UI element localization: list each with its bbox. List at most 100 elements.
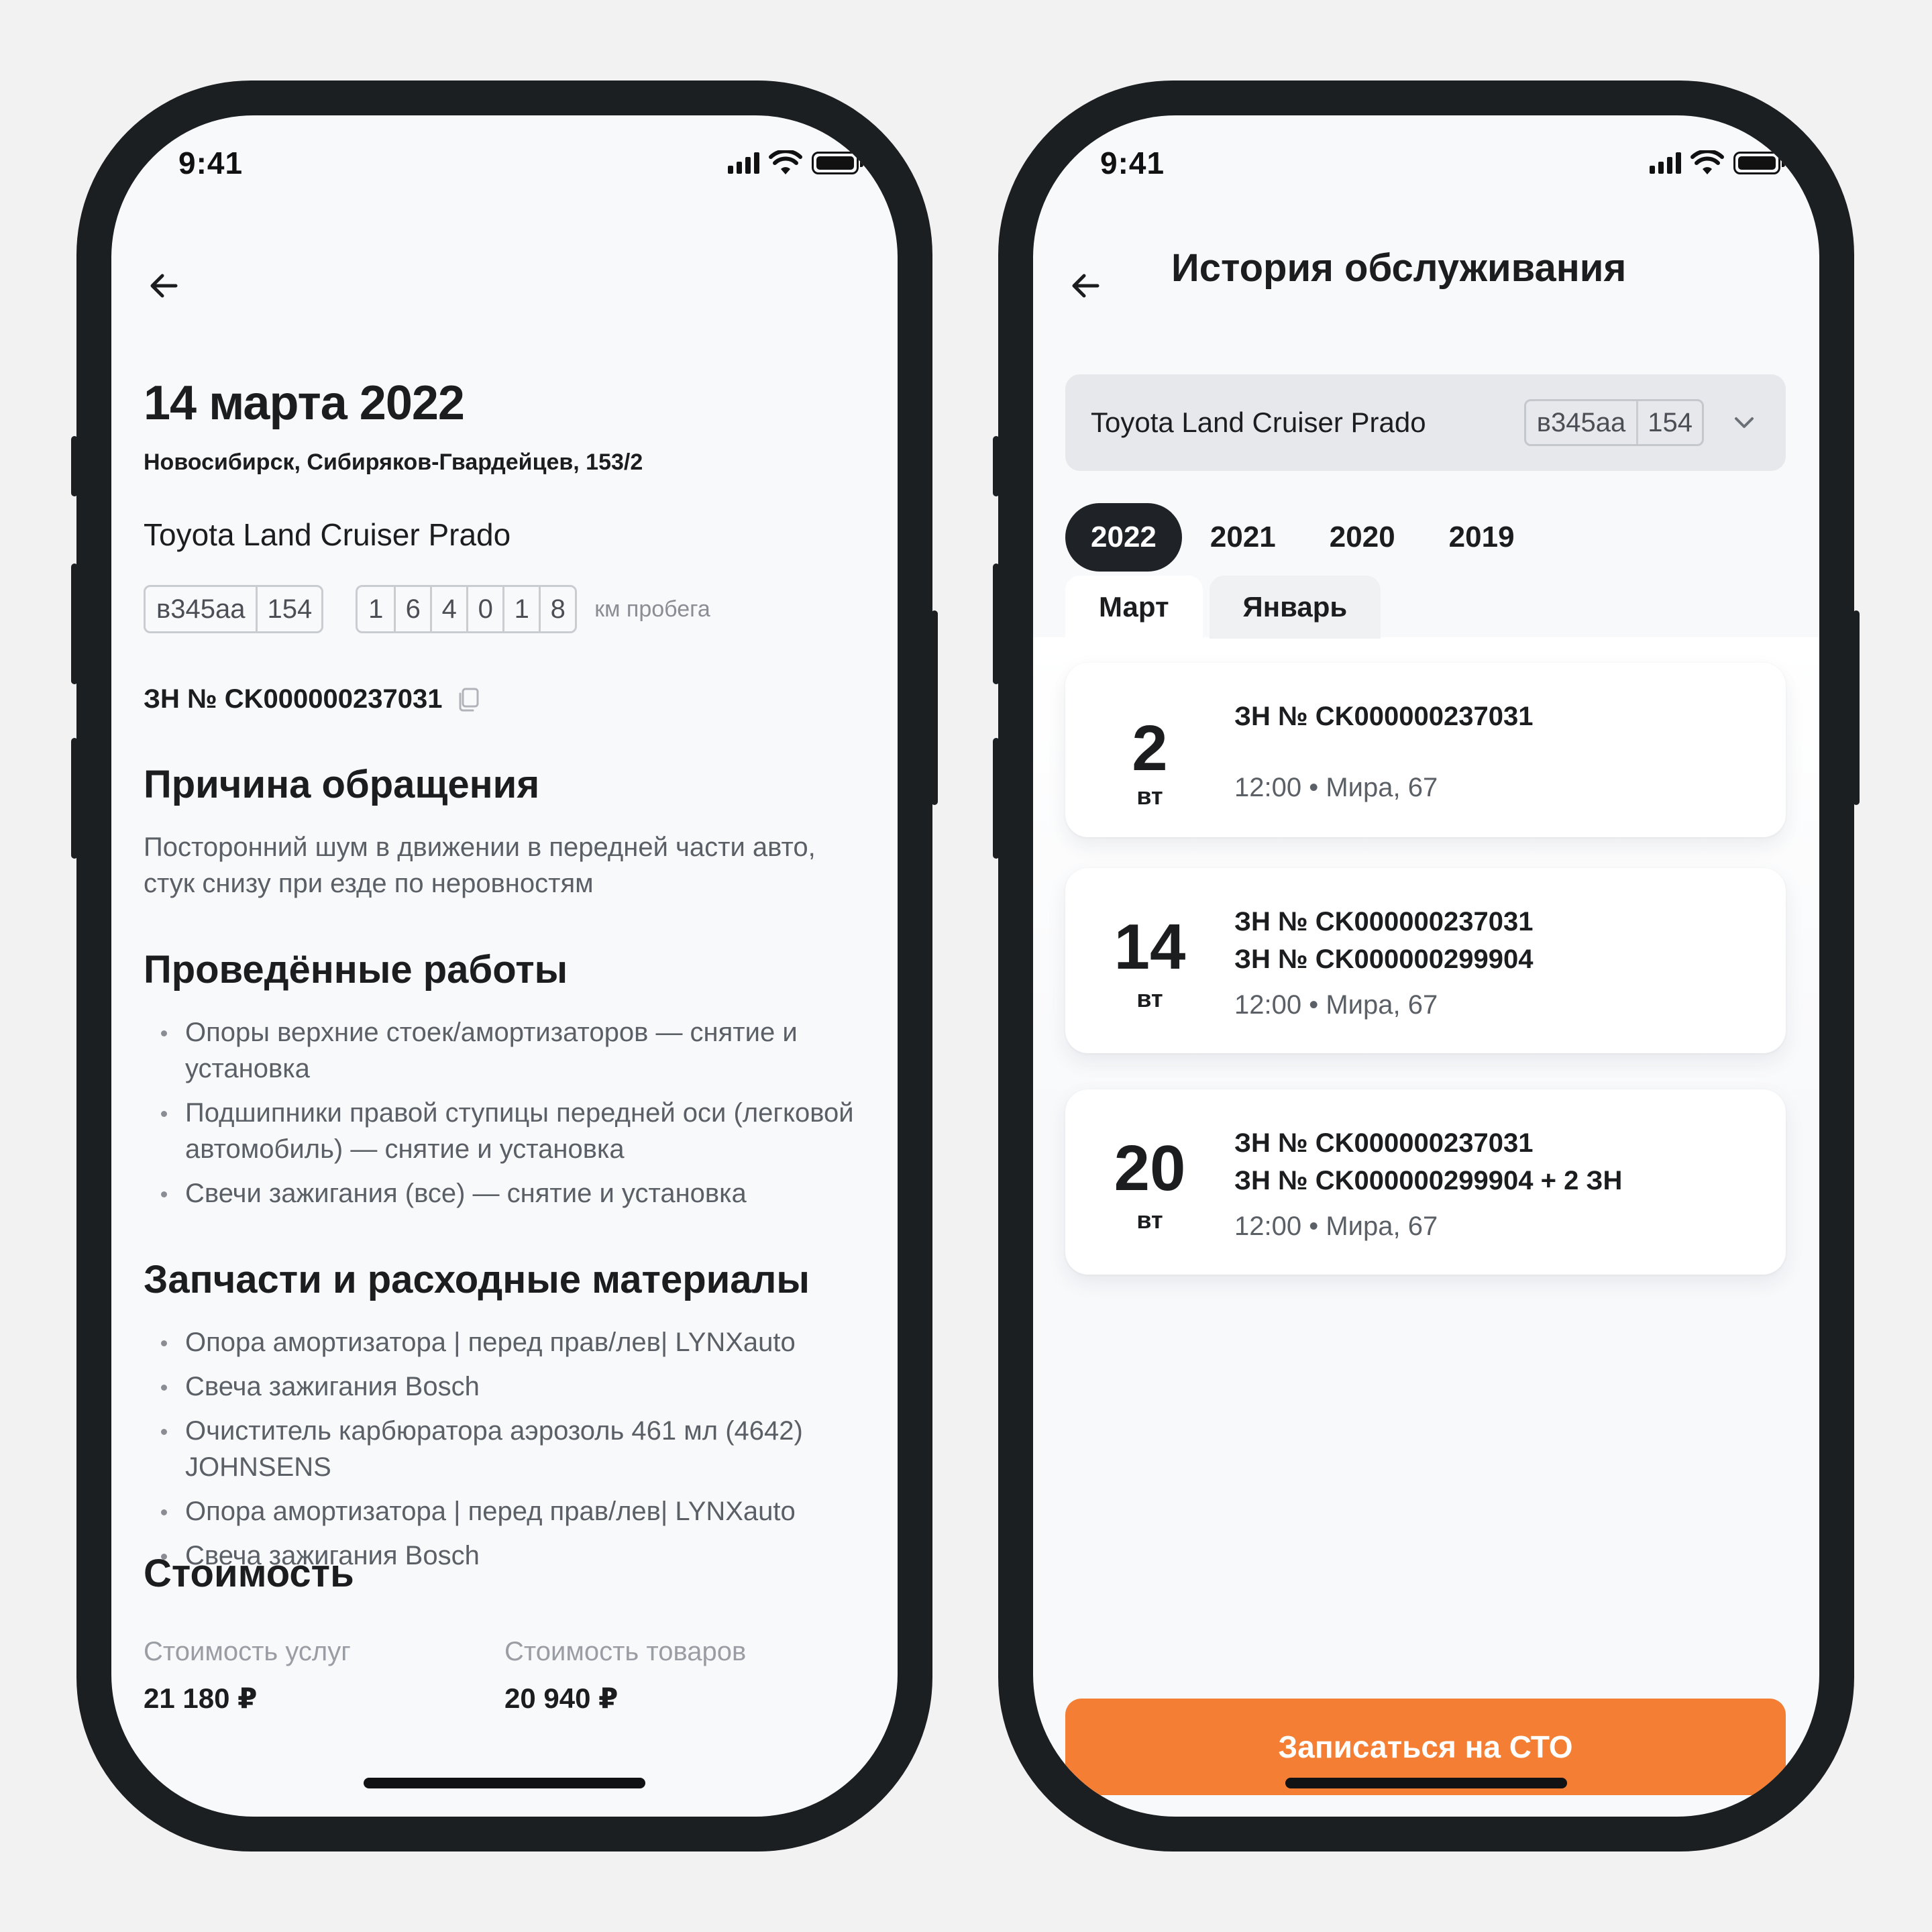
phone-frame-right: 9:41 История обслуживания Toyota Land Cr…	[993, 80, 1860, 1851]
year-tab-2022[interactable]: 2022	[1065, 503, 1182, 572]
goods-cost: Стоимость товаров 20 940 ₽	[504, 1637, 865, 1715]
visit-weekday: вт	[1136, 782, 1163, 810]
goods-cost-value: 20 940 ₽	[504, 1682, 619, 1714]
odometer-digit: 6	[394, 587, 430, 631]
services-cost: Стоимость услуг 21 180 ₽	[144, 1637, 504, 1715]
list-item: Очиститель карбюратора аэрозоль 461 мл (…	[144, 1413, 865, 1485]
back-arrow-icon[interactable]	[145, 267, 182, 305]
visit-time-place: 12:00 • Мира, 67	[1234, 1212, 1438, 1241]
visit-orders: ЗН № CK000000237031 ЗН № CK000000299904	[1234, 903, 1534, 978]
list-item: Опоры верхние стоек/амортизаторов — снят…	[144, 1014, 865, 1087]
services-cost-value: 21 180 ₽	[144, 1682, 258, 1714]
parts-title: Запчасти и расходные материалы	[144, 1258, 810, 1301]
back-arrow-icon[interactable]	[1067, 267, 1104, 305]
order-number-row: ЗН № CK000000237031	[144, 684, 865, 714]
battery-icon	[1733, 152, 1785, 174]
odometer-digit: 4	[430, 587, 466, 631]
home-indicator[interactable]	[364, 1778, 645, 1788]
order-number: ЗН № CK000000237031	[1234, 907, 1534, 936]
order-number: ЗН № CK000000237031	[1234, 702, 1534, 731]
cellular-signal-icon	[728, 152, 759, 174]
odometer-digit: 0	[466, 587, 502, 631]
works-list: Опоры верхние стоек/амортизаторов — снят…	[144, 1014, 865, 1220]
order-number: ЗН № CK000000237031	[1234, 1128, 1534, 1158]
status-icons	[728, 150, 863, 176]
parts-list: Опора амортизатора | перед прав/лев| LYN…	[144, 1324, 865, 1582]
odometer-digit: 8	[539, 587, 575, 631]
list-item: Свечи зажигания (все) — снятие и установ…	[144, 1175, 865, 1212]
plate-region: 154	[1636, 401, 1702, 444]
visit-weekday: вт	[1136, 1206, 1163, 1234]
odometer-label: км пробега	[594, 596, 710, 622]
order-number: ЗН № CK000000237031	[144, 684, 443, 714]
power-button	[931, 610, 938, 805]
reason-text: Посторонний шум в движении в передней ча…	[144, 833, 816, 898]
service-history-screen: 9:41 История обслуживания Toyota Land Cr…	[1033, 115, 1819, 1817]
mute-switch	[993, 436, 1000, 496]
wifi-icon	[769, 150, 802, 174]
page-title: История обслуживания	[1171, 246, 1627, 290]
odometer-digit: 1	[368, 594, 384, 624]
services-cost-label: Стоимость услуг	[144, 1637, 351, 1666]
list-item: Подшипники правой ступицы передней оси (…	[144, 1095, 865, 1167]
mute-switch	[71, 436, 78, 496]
license-plate: в345аа 154	[1523, 399, 1704, 446]
chevron-down-icon[interactable]	[1728, 407, 1760, 439]
visit-time-place: 12:00 • Мира, 67	[1234, 773, 1438, 802]
visit-weekday: вт	[1136, 985, 1163, 1012]
order-number: ЗН № CK000000299904 + 2 ЗН	[1234, 1166, 1623, 1195]
year-tab-2019[interactable]: 2019	[1424, 503, 1540, 572]
phone-frame-left: 9:41 14 марта 2022 Новосибирск, Сибиряко…	[71, 80, 938, 1851]
order-number: ЗН № CK000000299904	[1234, 945, 1534, 974]
month-tab-january[interactable]: Январь	[1209, 576, 1381, 639]
car-selector[interactable]: Toyota Land Cruiser Prado в345аа 154	[1065, 374, 1786, 471]
status-time: 9:41	[178, 146, 244, 180]
month-tabs: Март Январь	[1065, 576, 1381, 639]
status-time: 9:41	[1100, 146, 1165, 180]
car-name: Toyota Land Cruiser Prado	[144, 517, 511, 552]
selected-car-name: Toyota Land Cruiser Prado	[1091, 407, 1426, 438]
license-plate: в345аа 154	[144, 585, 324, 633]
cost-title: Стоимость	[144, 1552, 354, 1595]
plate-number: в345аа	[156, 594, 246, 624]
list-item: Опора амортизатора | перед прав/лев| LYN…	[144, 1493, 865, 1529]
reason-title: Причина обращения	[144, 763, 540, 806]
list-item: Свеча зажигания Bosch	[144, 1368, 865, 1405]
wifi-icon	[1690, 150, 1724, 174]
copy-icon[interactable]	[455, 686, 482, 713]
service-date: 14 марта 2022	[144, 376, 465, 430]
month-tab-march[interactable]: Март	[1065, 576, 1203, 639]
home-indicator[interactable]	[1285, 1778, 1567, 1788]
volume-up-button	[71, 564, 78, 684]
power-button	[1853, 610, 1860, 805]
visit-day: 14	[1114, 911, 1186, 983]
year-tab-2021[interactable]: 2021	[1185, 503, 1301, 572]
visit-day: 2	[1132, 712, 1168, 784]
odometer-digit: 1	[502, 587, 539, 631]
car-identifiers: в345аа 154 1 6 4 0 1 8 км пробега	[144, 585, 865, 633]
visit-orders: ЗН № CK000000237031	[1234, 698, 1534, 735]
goods-cost-label: Стоимость товаров	[504, 1637, 747, 1666]
plate-number: в345аа	[1536, 407, 1626, 437]
cellular-signal-icon	[1650, 152, 1681, 174]
year-tab-2020[interactable]: 2020	[1304, 503, 1421, 572]
visit-card[interactable]: 14 вт ЗН № CK000000237031 ЗН № CK0000002…	[1065, 868, 1786, 1053]
works-title: Проведённые работы	[144, 948, 568, 991]
service-detail-screen: 9:41 14 марта 2022 Новосибирск, Сибиряко…	[111, 115, 898, 1817]
volume-down-button	[993, 738, 1000, 859]
visit-time-place: 12:00 • Мира, 67	[1234, 990, 1438, 1020]
battery-icon	[812, 152, 863, 174]
year-tabs: 2022 2021 2020 2019	[1065, 503, 1540, 572]
visit-orders: ЗН № CK000000237031 ЗН № CK000000299904 …	[1234, 1124, 1622, 1199]
service-address: Новосибирск, Сибиряков-Гвардейцев, 153/2	[144, 449, 643, 475]
odometer: 1 6 4 0 1 8	[356, 585, 578, 633]
visit-card[interactable]: 20 вт ЗН № CK000000237031 ЗН № CK0000002…	[1065, 1089, 1786, 1275]
volume-up-button	[993, 564, 1000, 684]
list-item: Опора амортизатора | перед прав/лев| LYN…	[144, 1324, 865, 1360]
cost-summary: Стоимость услуг 21 180 ₽ Стоимость товар…	[144, 1637, 865, 1715]
status-icons	[1650, 150, 1785, 176]
visit-day: 20	[1114, 1132, 1186, 1204]
visit-card[interactable]: 2 вт ЗН № CK000000237031 12:00 • Мира, 6…	[1065, 663, 1786, 837]
volume-down-button	[71, 738, 78, 859]
plate-region: 154	[256, 587, 321, 631]
